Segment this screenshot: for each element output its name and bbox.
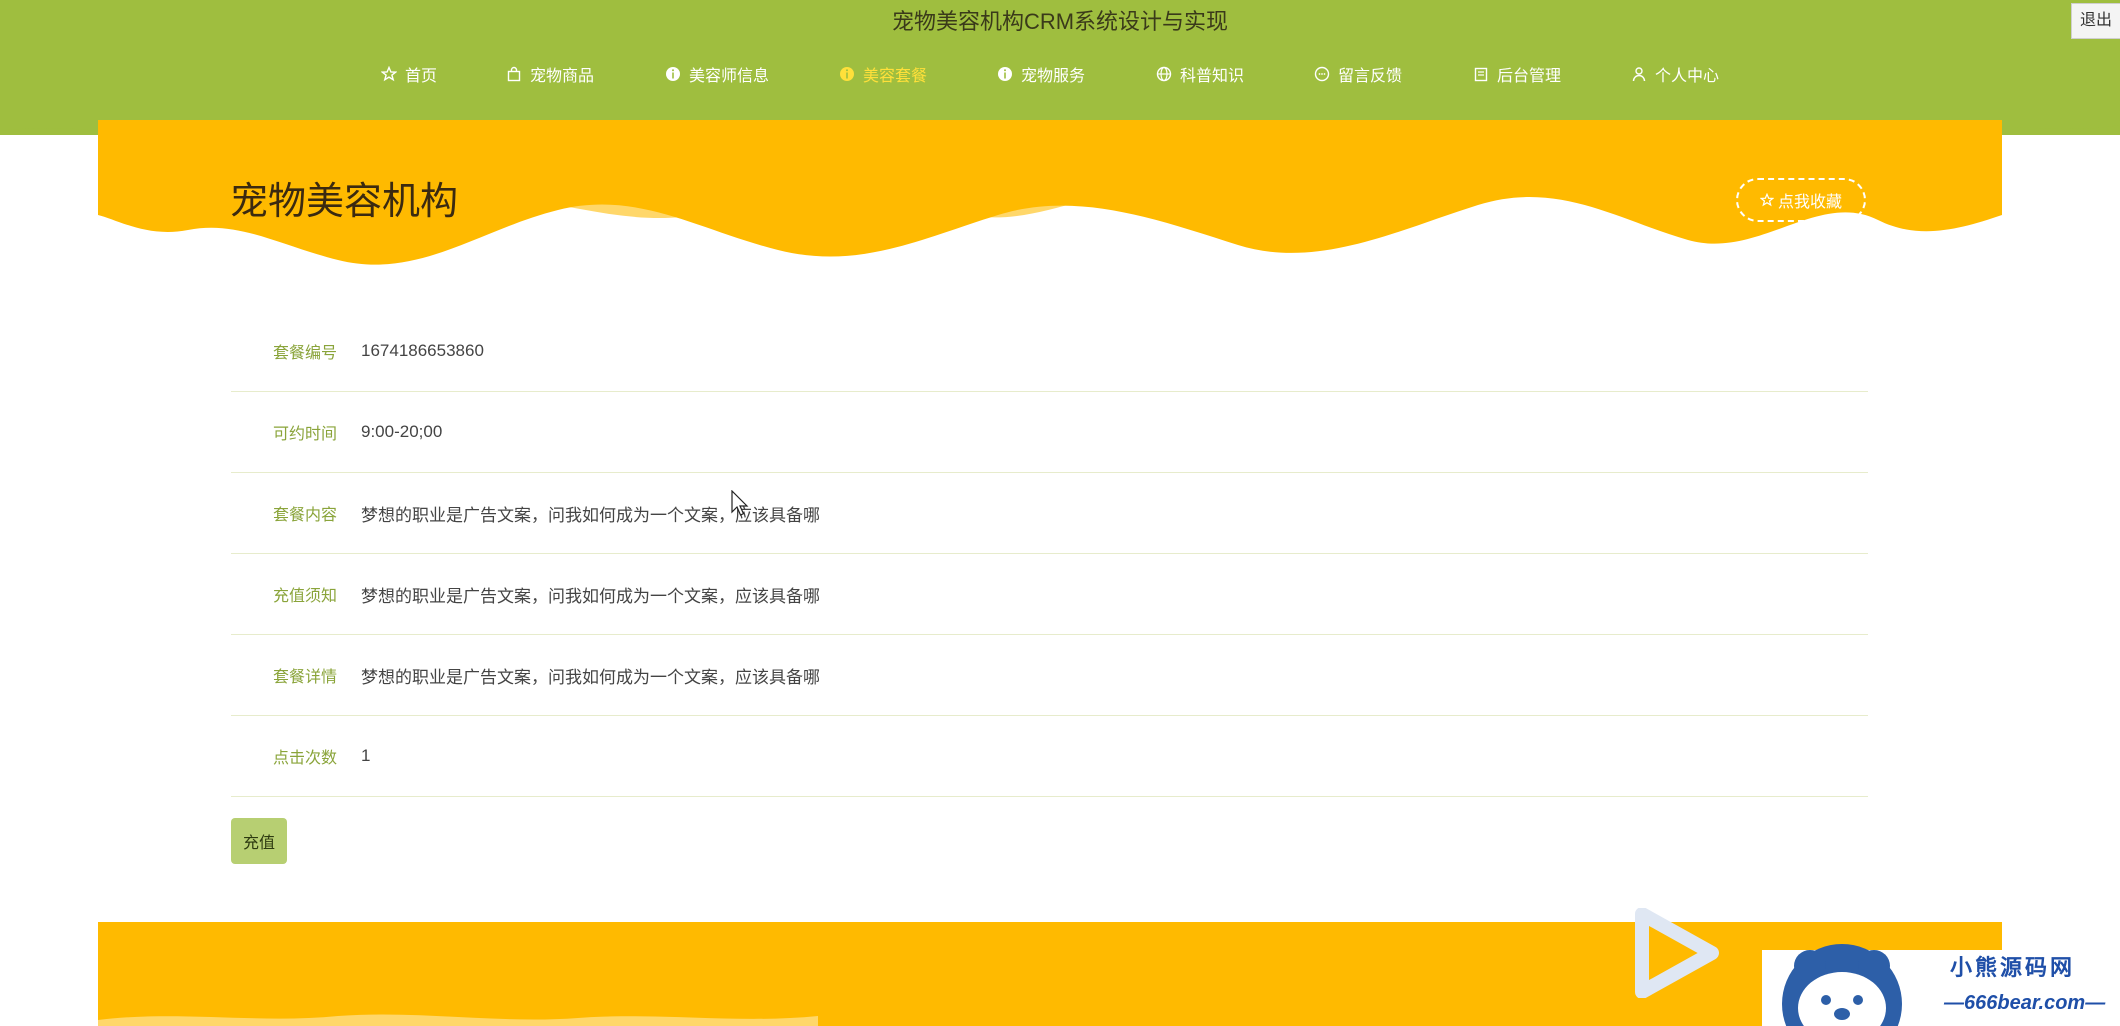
detail-label: 套餐详情 (272, 669, 337, 686)
info-icon (840, 67, 854, 81)
chat-icon (1314, 66, 1330, 82)
favorite-button[interactable]: 点我收藏 (1736, 178, 1866, 222)
nav-item-home[interactable]: 首页 (381, 62, 437, 86)
detail-label: 套餐内容 (272, 507, 337, 524)
star-icon (381, 66, 397, 82)
mouse-cursor-icon (731, 490, 749, 516)
detail-row-package-id: 套餐编号 1674186653860 (231, 311, 1868, 392)
detail-value: 1674186653860 (361, 341, 484, 360)
info-icon (998, 67, 1012, 81)
main-nav: 首页 宠物商品 美容师信息 美容套餐 宠物服务 科普知识 留言反馈 后台管理 个… (0, 62, 2120, 86)
logout-button[interactable]: 退出 (2071, 3, 2120, 39)
nav-item-label: 留言反馈 (1338, 68, 1403, 85)
nav-item-label: 后台管理 (1497, 68, 1562, 85)
star-icon (1759, 193, 1774, 207)
play-icon (1635, 908, 1719, 998)
detail-value: 梦想的职业是广告文案，问我如何成为一个文案，应该具备哪 (361, 505, 820, 525)
detail-value: 梦想的职业是广告文案，问我如何成为一个文案，应该具备哪 (361, 667, 820, 687)
watermark-url: —666bear.com— (1944, 992, 2106, 1014)
footer-wave (98, 1014, 818, 1026)
detail-row-recharge-notice: 充值须知 梦想的职业是广告文案，问我如何成为一个文案，应该具备哪 (231, 554, 1868, 635)
nav-item-label: 科普知识 (1180, 68, 1245, 85)
nav-item-label: 宠物商品 (530, 68, 595, 85)
nav-item-personal-center[interactable]: 个人中心 (1631, 62, 1719, 86)
nav-item-pet-goods[interactable]: 宠物商品 (506, 62, 594, 86)
nav-item-admin[interactable]: 后台管理 (1473, 62, 1561, 86)
user-icon (1632, 67, 1646, 82)
detail-row-available-time: 可约时间 9:00-20;00 (231, 392, 1868, 473)
recharge-button[interactable]: 充值 (231, 818, 287, 864)
nav-item-groomer-info[interactable]: 美容师信息 (665, 62, 769, 86)
site-title: 宠物美容机构CRM系统设计与实现 (891, 9, 1229, 34)
detail-row-package-content: 套餐内容 梦想的职业是广告文案，问我如何成为一个文案，应该具备哪 (231, 473, 1868, 554)
nav-item-beauty-package[interactable]: 美容套餐 (839, 62, 927, 86)
info-icon (666, 67, 680, 81)
nav-item-science-knowledge[interactable]: 科普知识 (1156, 62, 1244, 86)
detail-value: 梦想的职业是广告文案，问我如何成为一个文案，应该具备哪 (361, 586, 820, 606)
nav-item-label: 美容套餐 (863, 68, 928, 85)
detail-row-click-count: 点击次数 1 (231, 716, 1868, 797)
detail-label: 可约时间 (272, 426, 337, 443)
nav-item-label: 首页 (405, 68, 438, 85)
watermark-name: 小熊源码网 (1950, 955, 2076, 980)
detail-value: 9:00-20;00 (361, 422, 443, 441)
nav-item-label: 个人中心 (1655, 68, 1720, 85)
package-details: 套餐编号 1674186653860 可约时间 9:00-20;00 套餐内容 … (231, 311, 1868, 797)
bag-icon (507, 66, 521, 82)
nav-item-feedback[interactable]: 留言反馈 (1314, 62, 1402, 86)
building-icon (1474, 67, 1488, 82)
detail-label: 点击次数 (272, 750, 337, 767)
detail-value: 1 (361, 746, 371, 765)
detail-label: 充值须知 (272, 588, 337, 605)
favorite-label: 点我收藏 (1777, 194, 1842, 211)
nav-item-label: 美容师信息 (689, 68, 770, 85)
nav-item-label: 宠物服务 (1021, 68, 1086, 85)
globe-icon (1156, 66, 1172, 82)
detail-row-package-detail: 套餐详情 梦想的职业是广告文案，问我如何成为一个文案，应该具备哪 (231, 635, 1868, 716)
detail-label: 套餐编号 (272, 345, 337, 362)
nav-item-pet-service[interactable]: 宠物服务 (997, 62, 1085, 86)
page-title: 宠物美容机构 (230, 181, 459, 223)
